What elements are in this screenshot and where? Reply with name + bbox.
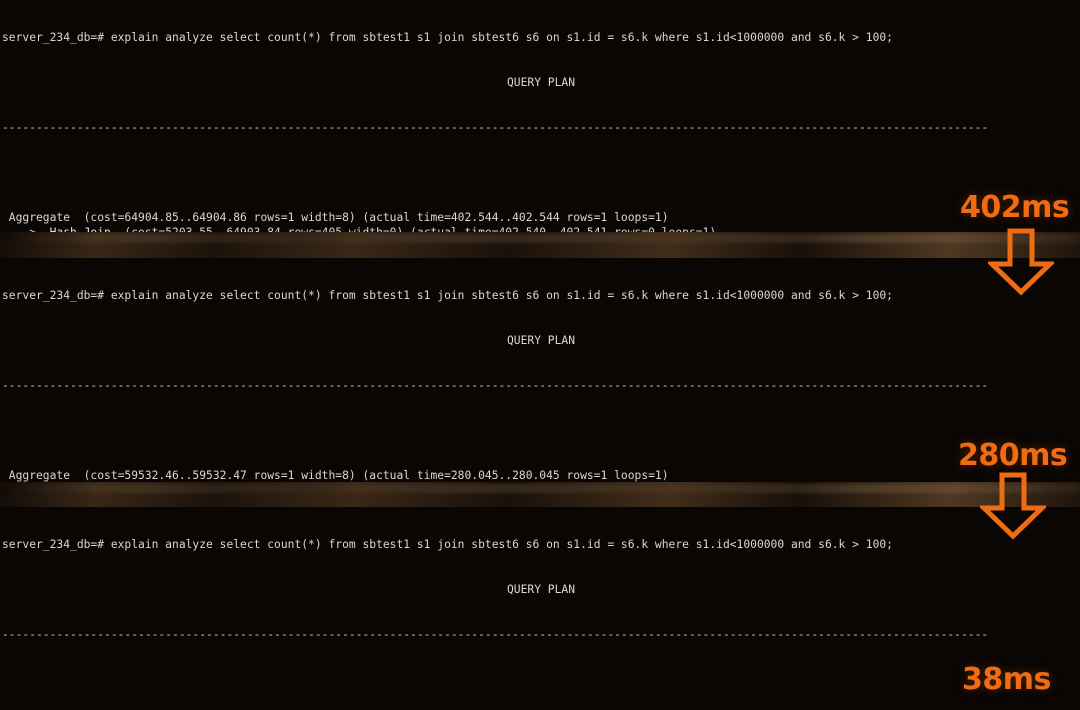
glare-overlay (0, 234, 1080, 243)
query-plan-header: QUERY PLAN (506, 76, 575, 89)
psql-prompt-line: server_234_db=# explain analyze select c… (2, 538, 893, 551)
plan-body: Aggregate (cost=59532.46..59532.47 rows=… (0, 468, 1080, 482)
terminal-pane-merge-join[interactable]: server_234_db=# explain analyze select c… (0, 258, 1080, 482)
plan-body: Aggregate (cost=64904.85..64904.86 rows=… (0, 210, 1080, 232)
annotation-timing-merge-join: 280ms (958, 438, 1068, 473)
query-plan-rule: ----------------------------------------… (2, 121, 989, 134)
terminal-pane-hash-join[interactable]: server_234_db=# explain analyze select c… (0, 0, 1080, 232)
psql-prompt-line: server_234_db=# explain analyze select c… (2, 289, 893, 302)
plan-line: -> Hash Join (cost=5203.55..64903.84 row… (0, 225, 1080, 232)
plan-line: Aggregate (cost=59532.46..59532.47 rows=… (2, 469, 669, 482)
query-plan-header: QUERY PLAN (506, 583, 575, 596)
query-plan-rule: ----------------------------------------… (2, 628, 989, 641)
plan-line: Aggregate (cost=64904.85..64904.86 rows=… (2, 211, 669, 224)
annotation-timing-nested-loop: 38ms (962, 662, 1051, 697)
annotation-timing-hash-join: 402ms (960, 190, 1070, 225)
query-plan-header: QUERY PLAN (506, 334, 575, 347)
pane-divider-2 (0, 482, 1080, 507)
glare-overlay (0, 484, 1080, 493)
down-arrow-icon (985, 228, 1057, 300)
pane-divider-1 (0, 232, 1080, 258)
query-plan-rule: ----------------------------------------… (2, 379, 989, 392)
psql-prompt-line: server_234_db=# explain analyze select c… (2, 31, 893, 44)
terminal-screenshot: server_234_db=# explain analyze select c… (0, 0, 1080, 710)
terminal-pane-nested-loop[interactable]: server_234_db=# explain analyze select c… (0, 507, 1080, 710)
down-arrow-icon (977, 472, 1049, 544)
